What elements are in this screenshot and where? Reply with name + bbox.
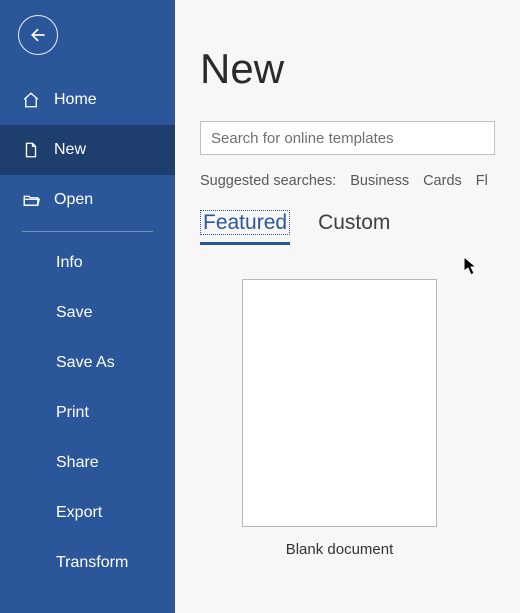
suggested-searches: Suggested searches: Business Cards Fl bbox=[200, 173, 520, 189]
page-title: New bbox=[200, 45, 520, 93]
sidebar-divider bbox=[22, 231, 153, 232]
sidebar-item-share[interactable]: Share bbox=[0, 438, 175, 488]
sidebar-item-save[interactable]: Save bbox=[0, 288, 175, 338]
template-label: Blank document bbox=[286, 541, 394, 558]
tab-featured[interactable]: Featured bbox=[200, 211, 290, 237]
sidebar-item-info[interactable]: Info bbox=[0, 238, 175, 288]
template-tabs: Featured Custom bbox=[200, 211, 520, 237]
back-arrow-icon bbox=[28, 25, 48, 45]
sidebar-item-export[interactable]: Export bbox=[0, 488, 175, 538]
home-icon bbox=[22, 91, 40, 109]
tab-custom[interactable]: Custom bbox=[318, 211, 390, 237]
folder-open-icon bbox=[22, 191, 40, 209]
main-panel: New Suggested searches: Business Cards F… bbox=[175, 0, 520, 613]
document-icon bbox=[22, 141, 40, 159]
suggested-label: Suggested searches: bbox=[200, 173, 336, 189]
back-button[interactable] bbox=[18, 15, 58, 55]
sidebar-item-label: New bbox=[54, 141, 86, 159]
template-search-input[interactable] bbox=[200, 121, 495, 155]
sidebar-item-save-as[interactable]: Save As bbox=[0, 338, 175, 388]
sidebar-item-label: Home bbox=[54, 91, 97, 109]
sidebar-item-open[interactable]: Open bbox=[0, 175, 175, 225]
template-blank-document[interactable]: Blank document bbox=[242, 279, 437, 558]
sidebar-item-home[interactable]: Home bbox=[0, 75, 175, 125]
mouse-cursor-icon bbox=[463, 256, 479, 276]
template-thumbnail bbox=[242, 279, 437, 527]
suggested-link-business[interactable]: Business bbox=[350, 173, 409, 189]
sidebar-item-new[interactable]: New bbox=[0, 125, 175, 175]
suggested-link-flyers[interactable]: Fl bbox=[476, 173, 488, 189]
sidebar-item-print[interactable]: Print bbox=[0, 388, 175, 438]
suggested-link-cards[interactable]: Cards bbox=[423, 173, 462, 189]
templates-grid: Blank document bbox=[200, 279, 520, 558]
sidebar-item-label: Open bbox=[54, 191, 93, 209]
sidebar-item-transform[interactable]: Transform bbox=[0, 538, 175, 588]
backstage-sidebar: Home New Open Info Save Save As Print Sh… bbox=[0, 0, 175, 613]
